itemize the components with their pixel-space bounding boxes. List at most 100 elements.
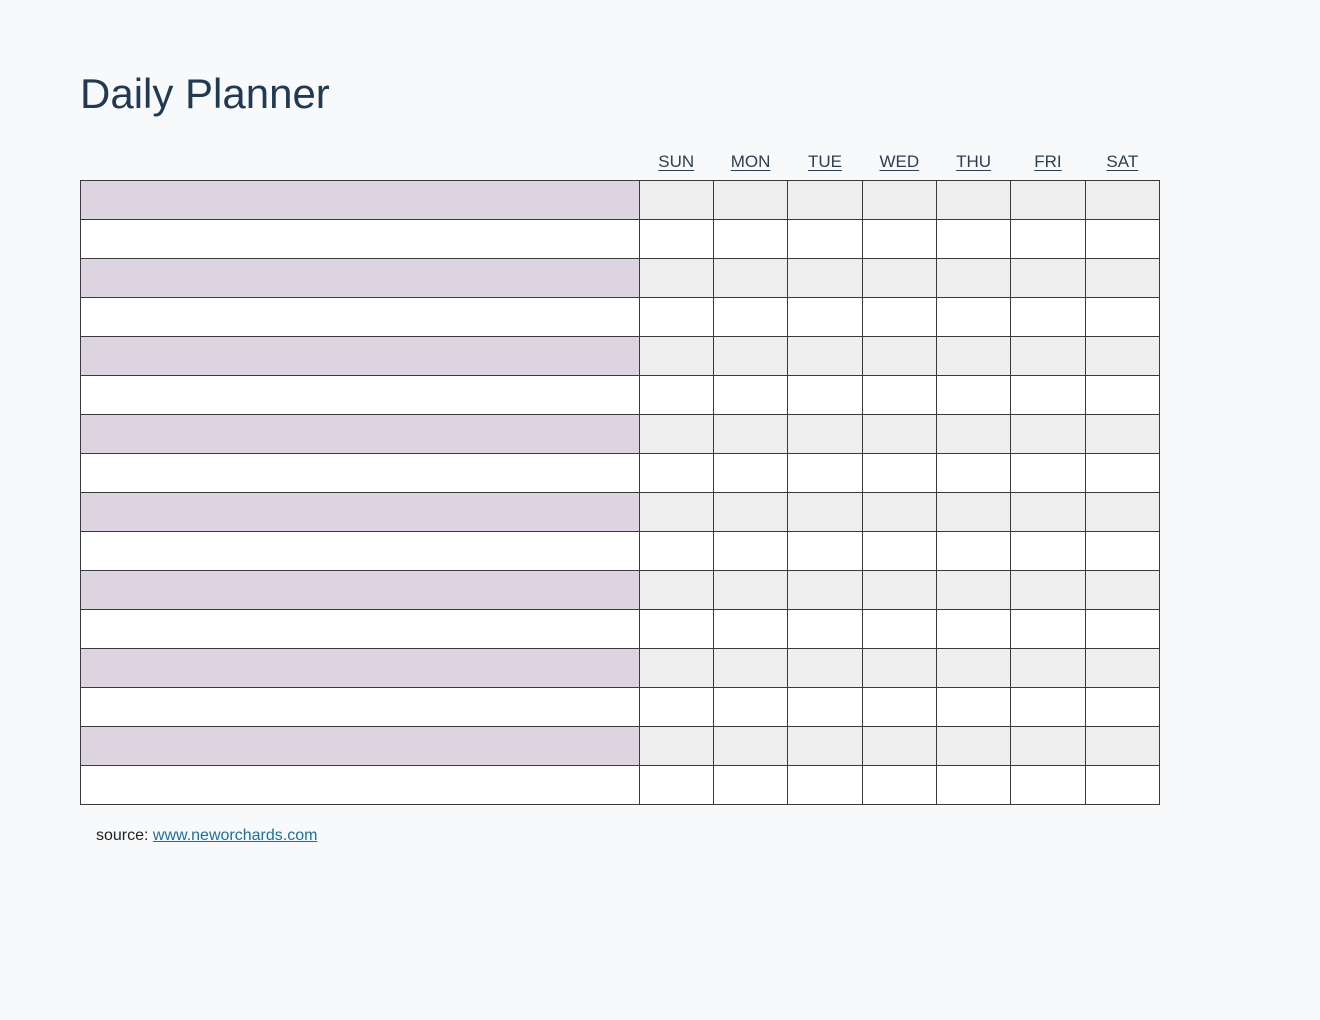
day-cell[interactable] [936,571,1010,610]
day-cell[interactable] [862,727,936,766]
day-cell[interactable] [639,259,713,298]
day-cell[interactable] [639,649,713,688]
day-cell[interactable] [936,337,1010,376]
day-cell[interactable] [788,298,862,337]
day-cell[interactable] [639,688,713,727]
day-cell[interactable] [1011,220,1085,259]
day-cell[interactable] [713,454,787,493]
day-cell[interactable] [639,220,713,259]
day-cell[interactable] [713,376,787,415]
day-cell[interactable] [862,220,936,259]
day-cell[interactable] [788,259,862,298]
day-cell[interactable] [862,181,936,220]
day-cell[interactable] [936,415,1010,454]
day-cell[interactable] [862,571,936,610]
day-cell[interactable] [713,766,787,805]
day-cell[interactable] [862,298,936,337]
day-cell[interactable] [788,766,862,805]
day-cell[interactable] [788,610,862,649]
day-cell[interactable] [1085,259,1159,298]
day-cell[interactable] [1085,727,1159,766]
day-cell[interactable] [713,415,787,454]
source-link[interactable]: www.neworchards.com [153,827,318,844]
task-cell[interactable] [81,415,640,454]
day-cell[interactable] [862,493,936,532]
day-cell[interactable] [713,220,787,259]
day-cell[interactable] [862,532,936,571]
day-cell[interactable] [1085,376,1159,415]
day-cell[interactable] [788,415,862,454]
day-cell[interactable] [1011,454,1085,493]
task-cell[interactable] [81,376,640,415]
day-cell[interactable] [1085,493,1159,532]
task-cell[interactable] [81,181,640,220]
day-cell[interactable] [1085,532,1159,571]
day-cell[interactable] [713,649,787,688]
day-cell[interactable] [788,220,862,259]
day-cell[interactable] [936,220,1010,259]
day-cell[interactable] [713,727,787,766]
day-cell[interactable] [788,649,862,688]
day-cell[interactable] [713,298,787,337]
task-cell[interactable] [81,337,640,376]
day-cell[interactable] [1011,415,1085,454]
day-cell[interactable] [1011,766,1085,805]
day-cell[interactable] [1011,688,1085,727]
day-cell[interactable] [1011,610,1085,649]
task-cell[interactable] [81,649,640,688]
day-cell[interactable] [1085,649,1159,688]
task-cell[interactable] [81,688,640,727]
day-cell[interactable] [788,181,862,220]
day-cell[interactable] [639,610,713,649]
day-cell[interactable] [1085,181,1159,220]
day-cell[interactable] [1011,532,1085,571]
day-cell[interactable] [713,337,787,376]
day-cell[interactable] [713,181,787,220]
day-cell[interactable] [1011,298,1085,337]
day-cell[interactable] [862,259,936,298]
day-cell[interactable] [1085,610,1159,649]
day-cell[interactable] [1085,415,1159,454]
day-cell[interactable] [639,415,713,454]
day-cell[interactable] [936,454,1010,493]
day-cell[interactable] [936,688,1010,727]
day-cell[interactable] [639,181,713,220]
day-cell[interactable] [1085,220,1159,259]
day-cell[interactable] [713,493,787,532]
day-cell[interactable] [936,532,1010,571]
day-cell[interactable] [1085,454,1159,493]
day-cell[interactable] [788,532,862,571]
day-cell[interactable] [639,727,713,766]
day-cell[interactable] [1011,649,1085,688]
day-cell[interactable] [639,376,713,415]
day-cell[interactable] [1011,493,1085,532]
day-cell[interactable] [862,454,936,493]
task-cell[interactable] [81,220,640,259]
day-cell[interactable] [639,337,713,376]
task-cell[interactable] [81,727,640,766]
day-cell[interactable] [936,766,1010,805]
day-cell[interactable] [862,766,936,805]
day-cell[interactable] [936,649,1010,688]
day-cell[interactable] [862,337,936,376]
day-cell[interactable] [1085,571,1159,610]
day-cell[interactable] [862,610,936,649]
day-cell[interactable] [788,688,862,727]
day-cell[interactable] [936,493,1010,532]
day-cell[interactable] [936,376,1010,415]
day-cell[interactable] [936,610,1010,649]
day-cell[interactable] [788,493,862,532]
day-cell[interactable] [1011,337,1085,376]
day-cell[interactable] [713,259,787,298]
day-cell[interactable] [788,454,862,493]
task-cell[interactable] [81,766,640,805]
day-cell[interactable] [788,337,862,376]
day-cell[interactable] [936,727,1010,766]
day-cell[interactable] [1085,298,1159,337]
day-cell[interactable] [936,181,1010,220]
day-cell[interactable] [713,688,787,727]
day-cell[interactable] [1011,376,1085,415]
day-cell[interactable] [639,298,713,337]
day-cell[interactable] [639,454,713,493]
day-cell[interactable] [788,727,862,766]
